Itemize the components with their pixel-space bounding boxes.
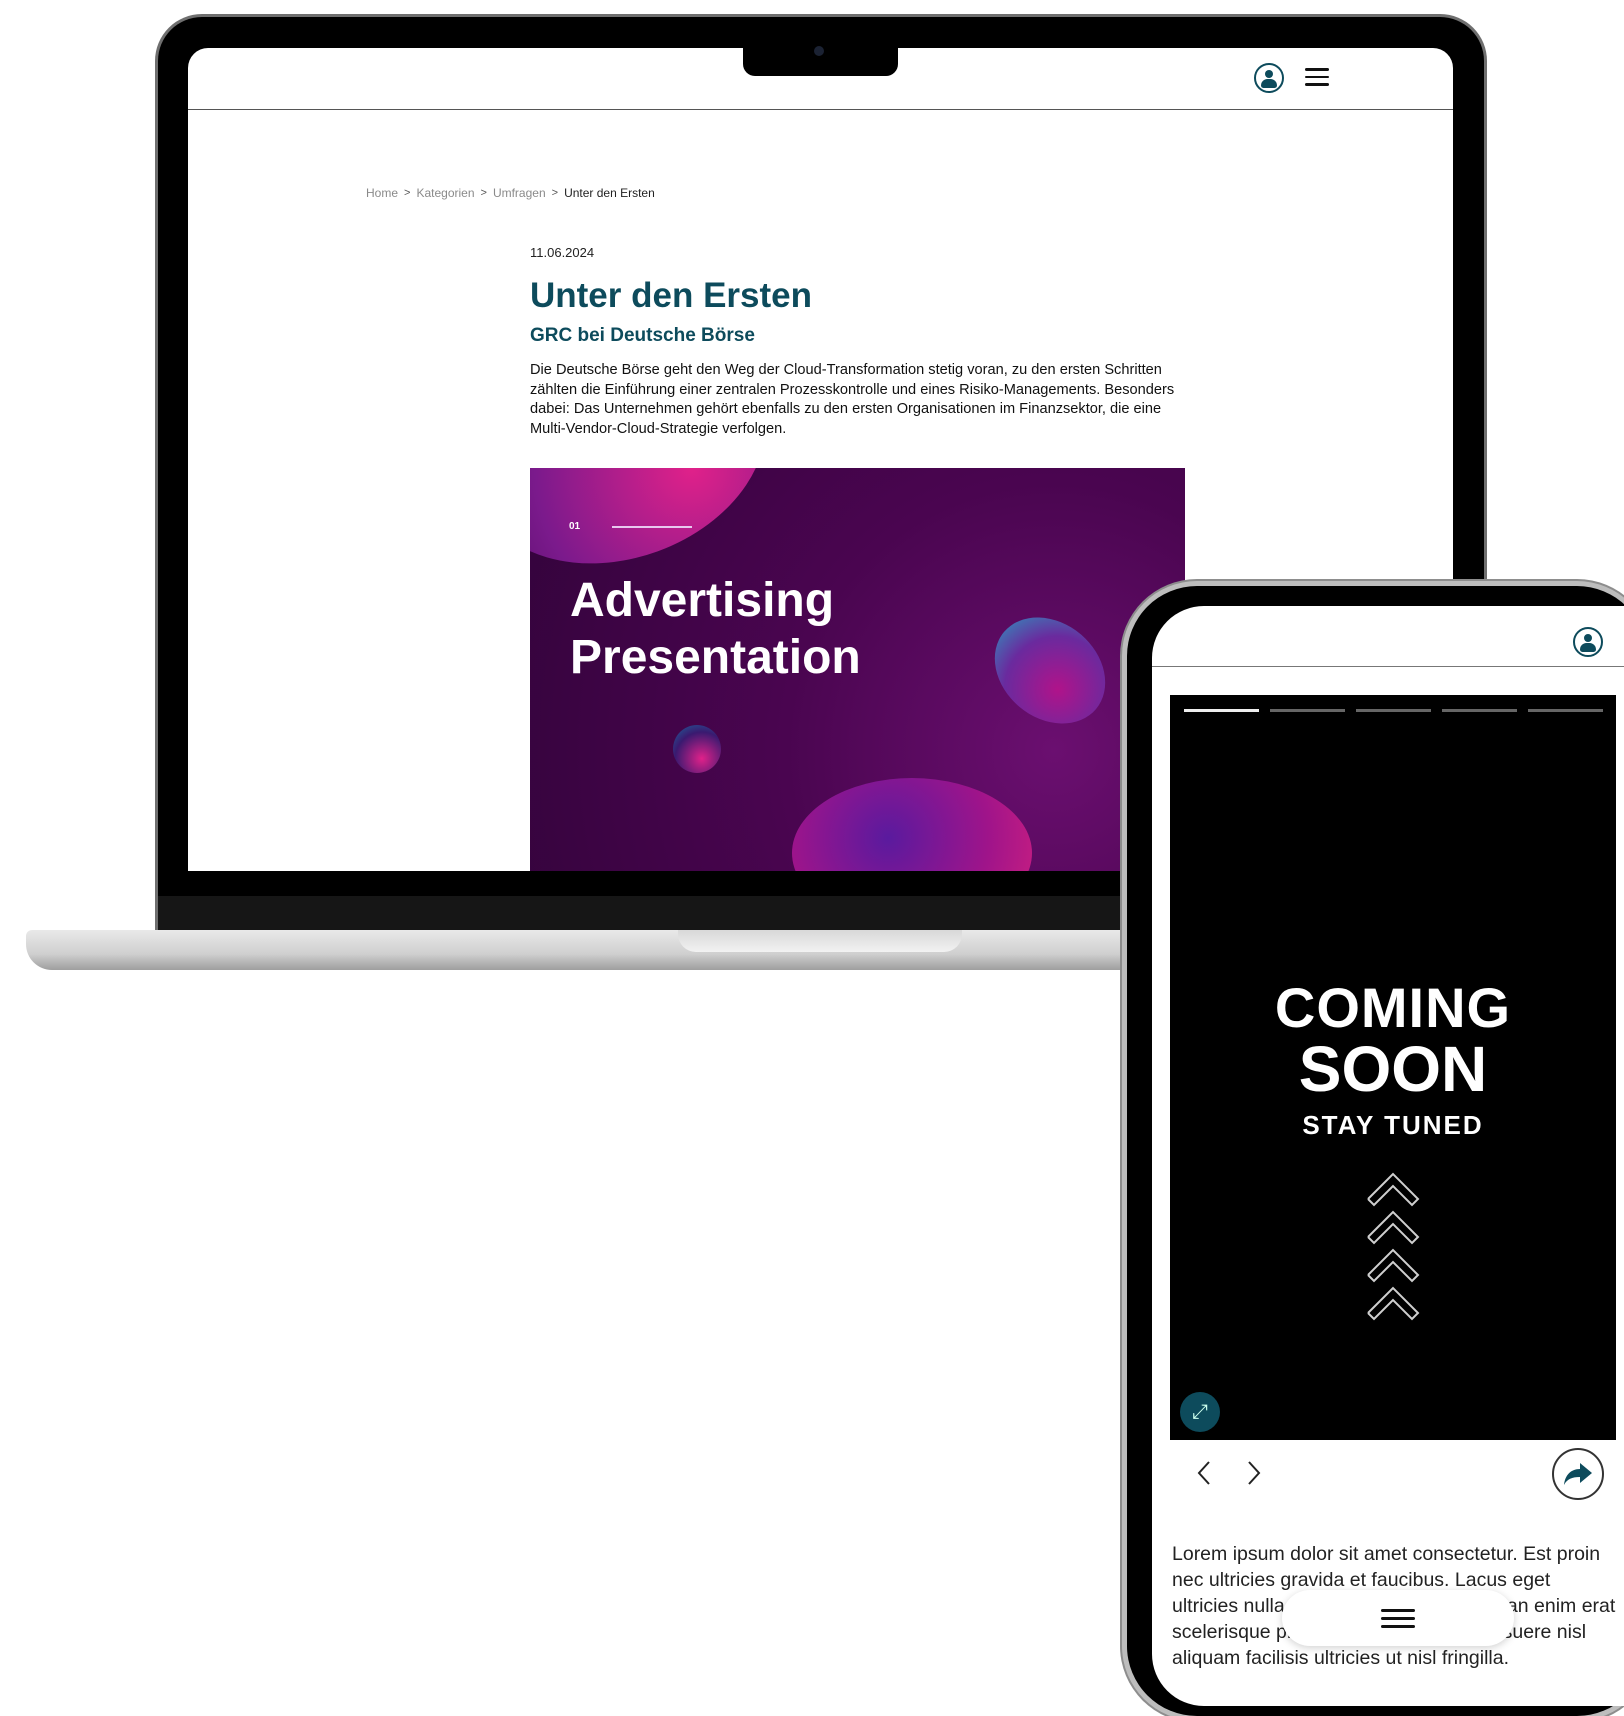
chevron-left-icon[interactable] <box>1194 1459 1214 1487</box>
share-icon <box>1564 1463 1592 1485</box>
story-progress-segment <box>1356 709 1431 712</box>
hamburger-menu-icon <box>1381 1608 1415 1628</box>
article-subtitle: GRC bei Deutsche Börse <box>530 325 755 346</box>
stay-tuned-label: STAY TUNED <box>1302 1110 1484 1140</box>
breadcrumb-home[interactable]: Home <box>366 186 398 200</box>
story-viewer[interactable]: COMING SOON STAY TUNED ⤢ <box>1170 695 1616 1440</box>
article-date: 11.06.2024 <box>530 245 595 260</box>
coming-soon-line1: COMING <box>1274 976 1512 1039</box>
hero-title: Advertising Presentation <box>570 572 861 686</box>
camera-icon <box>814 46 824 56</box>
share-button[interactable] <box>1552 1448 1604 1500</box>
breadcrumb-current: Unter den Ersten <box>564 186 655 200</box>
breadcrumb: Home > Kategorien > Umfragen > Unter den… <box>366 186 655 200</box>
article-lede: Die Deutsche Börse geht den Weg der Clou… <box>530 362 1175 437</box>
story-progress-segment <box>1442 709 1517 712</box>
story-progress-segment <box>1528 709 1603 712</box>
breadcrumb-separator: > <box>404 187 411 199</box>
hero-blob-bottom <box>792 778 1032 871</box>
expand-icon[interactable]: ⤢ <box>1180 1392 1220 1432</box>
coming-soon-graphic: COMING SOON STAY TUNED <box>1170 980 1616 1141</box>
hero-number: 01 <box>569 521 581 532</box>
story-progress-segment <box>1184 709 1259 712</box>
user-icon[interactable] <box>1573 627 1603 657</box>
user-icon[interactable] <box>1254 63 1284 93</box>
article-title: Unter den Ersten <box>530 276 812 315</box>
breadcrumb-separator: > <box>480 187 487 199</box>
story-navigation <box>1194 1459 1264 1487</box>
phone-screen: COMING SOON STAY TUNED ⤢ Lorem ipsum dol… <box>1152 606 1624 1706</box>
hero-image[interactable]: 01 Advertising Presentation <box>530 468 1185 871</box>
hamburger-menu-icon[interactable] <box>1305 68 1329 91</box>
bottom-menu-button[interactable] <box>1282 1590 1514 1646</box>
breadcrumb-kategorien[interactable]: Kategorien <box>416 186 474 200</box>
laptop-hinge <box>678 930 962 952</box>
article: 11.06.2024 Unter den Ersten GRC bei Deut… <box>530 245 1180 439</box>
scroll-up-chevrons-icon <box>1367 1172 1420 1321</box>
breadcrumb-umfragen[interactable]: Umfragen <box>493 186 546 200</box>
hero-line <box>612 526 692 528</box>
hero-blob-right <box>973 595 1127 746</box>
hero-title-line1: Advertising <box>570 574 835 627</box>
phone-header <box>1152 606 1624 667</box>
hero-title-line2: Presentation <box>570 631 861 684</box>
chevron-right-icon[interactable] <box>1244 1459 1264 1487</box>
coming-soon-line2: SOON <box>1298 1033 1488 1105</box>
hero-blob-small <box>673 725 721 773</box>
breadcrumb-separator: > <box>551 187 559 199</box>
story-progress-segment <box>1270 709 1345 712</box>
story-progress <box>1184 709 1603 712</box>
